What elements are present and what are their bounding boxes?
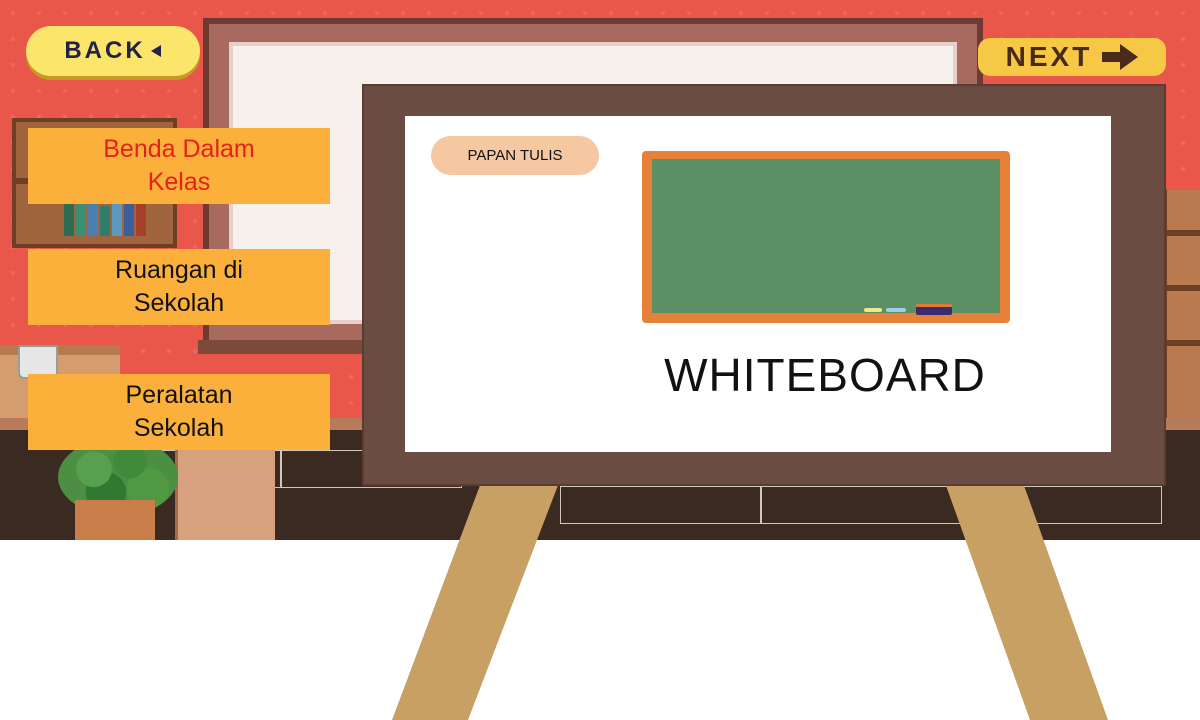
next-button-label: NEXT [1005, 41, 1093, 72]
chalk-icon [886, 308, 906, 312]
next-button[interactable]: NEXT [978, 38, 1166, 76]
back-arrow-icon [150, 45, 161, 57]
menu-item-label-line1: Peralatan [125, 381, 233, 409]
indonesian-word-tag: PAPAN TULIS [431, 136, 599, 175]
back-button[interactable]: BACK [26, 26, 200, 76]
indonesian-word-label: PAPAN TULIS [467, 147, 563, 164]
next-arrow-icon [1102, 44, 1139, 70]
menu-item-label-line2: Kelas [147, 168, 211, 196]
easel-leg-right [944, 480, 1108, 720]
menu-item-label-line2: Sekolah [133, 414, 225, 442]
menu-item-ruangan-di-sekolah[interactable]: Ruangan di Sekolah [28, 249, 330, 325]
menu-item-label-line1: Ruangan di [115, 256, 243, 284]
english-word: WHITEBOARD [664, 349, 986, 401]
eraser-icon [916, 304, 952, 315]
back-button-label: BACK [64, 37, 146, 64]
easel-leg-left [392, 480, 560, 720]
menu-item-label: Peralatan Sekolah [125, 379, 232, 445]
chalkboard-surface [652, 159, 1000, 313]
chalk-icon [864, 308, 882, 312]
menu-item-benda-dalam-kelas[interactable]: Benda Dalam Kelas [28, 128, 330, 204]
menu-item-label: Ruangan di Sekolah [115, 254, 243, 320]
menu-item-label-line1: Benda Dalam [103, 135, 255, 163]
menu-item-label-line2: Sekolah [133, 289, 225, 317]
menu-item-peralatan-sekolah[interactable]: Peralatan Sekolah [28, 374, 330, 450]
menu-item-label: Benda Dalam Kelas [103, 133, 254, 199]
chalkboard-icon [642, 151, 1010, 323]
